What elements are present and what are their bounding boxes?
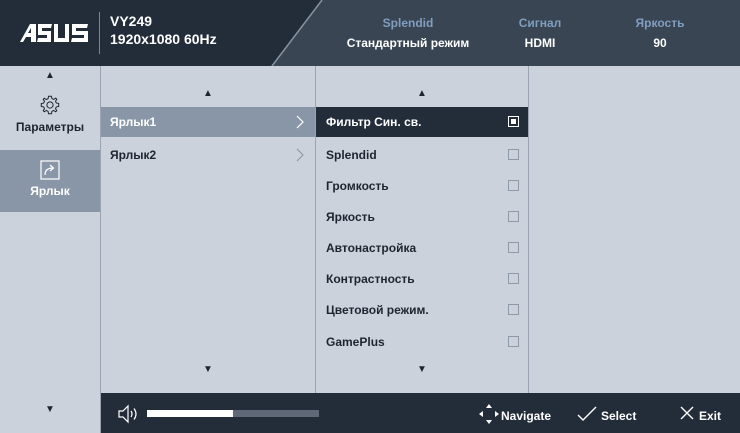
scroll-up-arrow-icon[interactable]: ▲: [316, 88, 528, 99]
stat-label: Яркость: [635, 16, 685, 30]
scroll-up-arrow-icon[interactable]: ▲: [0, 70, 100, 81]
sidebar-footer: ▼: [0, 393, 101, 433]
scroll-down-arrow-icon[interactable]: ▼: [316, 364, 528, 375]
list-item[interactable]: Ярлык1: [101, 107, 315, 137]
checkbox[interactable]: [508, 242, 519, 253]
list-item-label: Громкость: [326, 179, 389, 193]
stat-value: 90: [653, 36, 667, 50]
list-item[interactable]: Контрастность: [316, 264, 528, 294]
list-item-label: Splendid: [326, 148, 377, 162]
stat-signal: Сигнал HDMI: [500, 16, 580, 50]
checkbox[interactable]: [508, 336, 519, 347]
checkbox[interactable]: [508, 149, 519, 160]
list-item[interactable]: Splendid: [316, 140, 528, 170]
stat-value: Стандартный режим: [346, 36, 470, 50]
gear-icon: [40, 95, 60, 115]
list-item-label: GamePlus: [326, 335, 385, 349]
navigate-button[interactable]: Navigate: [478, 403, 560, 425]
osd-footer: Navigate Select Exit: [101, 393, 740, 433]
select-button[interactable]: Select: [577, 403, 639, 425]
list-item-label: Автонастройка: [326, 241, 417, 255]
list-item[interactable]: Ярлык2: [101, 140, 315, 170]
close-icon: [680, 406, 694, 420]
osd-header: VY249 1920x1080 60Hz Splendid Стандартны…: [0, 0, 740, 66]
volume-icon: [118, 404, 137, 424]
list-item[interactable]: GamePlus: [316, 327, 528, 357]
scroll-up-arrow-icon[interactable]: ▲: [101, 88, 315, 99]
submenu-column-3: [529, 66, 740, 393]
sidebar-item-settings[interactable]: Параметры: [0, 94, 100, 148]
navigate-icon: [479, 404, 499, 424]
list-item[interactable]: Цветовой режим.: [316, 295, 528, 325]
checkbox[interactable]: [508, 211, 519, 222]
sidebar-item-label: Параметры: [15, 120, 85, 134]
asus-logo: [20, 24, 88, 42]
checkbox[interactable]: [508, 116, 519, 127]
sidebar-item-label: Ярлык: [30, 184, 70, 198]
volume-slider-fill: [147, 410, 233, 417]
stat-brightness: Яркость 90: [620, 16, 700, 50]
list-item-label: Ярлык2: [110, 148, 157, 162]
list-item[interactable]: Яркость: [316, 202, 528, 232]
select-label: Select: [601, 409, 637, 423]
submenu-column-2: ▲ Фильтр Син. св. Splendid Громкость Ярк…: [316, 66, 529, 393]
stat-label: Splendid: [382, 16, 434, 30]
chevron-right-icon: [296, 115, 304, 129]
volume-slider[interactable]: [147, 410, 319, 417]
checkbox[interactable]: [508, 304, 519, 315]
list-item-label: Фильтр Син. св.: [326, 115, 422, 129]
checkbox[interactable]: [508, 273, 519, 284]
list-item[interactable]: Фильтр Син. св.: [316, 107, 528, 137]
scroll-down-arrow-icon[interactable]: ▼: [0, 404, 100, 415]
scroll-down-arrow-icon[interactable]: ▼: [101, 364, 315, 375]
sidebar-item-shortcut[interactable]: Ярлык: [0, 150, 100, 212]
list-item[interactable]: Автонастройка: [316, 233, 528, 263]
chevron-right-icon: [296, 148, 304, 162]
list-item[interactable]: Громкость: [316, 171, 528, 201]
checkmark-icon: [577, 406, 597, 421]
model-name: VY249: [110, 13, 153, 29]
list-item-label: Яркость: [326, 210, 375, 224]
submenu-column-1: ▲ Ярлык1 Ярлык2 ▼: [101, 66, 316, 393]
list-item-label: Контрастность: [326, 272, 415, 286]
exit-button[interactable]: Exit: [679, 403, 725, 425]
stat-value: HDMI: [524, 36, 556, 50]
main-menu-sidebar: ▲ Параметры Ярлык: [0, 66, 101, 393]
stat-splendid: Splendid Стандартный режим: [338, 16, 478, 50]
navigate-label: Navigate: [501, 409, 552, 423]
exit-label: Exit: [699, 409, 722, 423]
resolution-info: 1920x1080 60Hz: [110, 31, 217, 47]
header-divider: [99, 12, 100, 54]
shortcut-icon: [40, 160, 60, 180]
list-item-label: Ярлык1: [110, 115, 157, 129]
stat-label: Сигнал: [518, 16, 562, 30]
list-item-label: Цветовой режим.: [326, 303, 429, 317]
checkbox[interactable]: [508, 180, 519, 191]
